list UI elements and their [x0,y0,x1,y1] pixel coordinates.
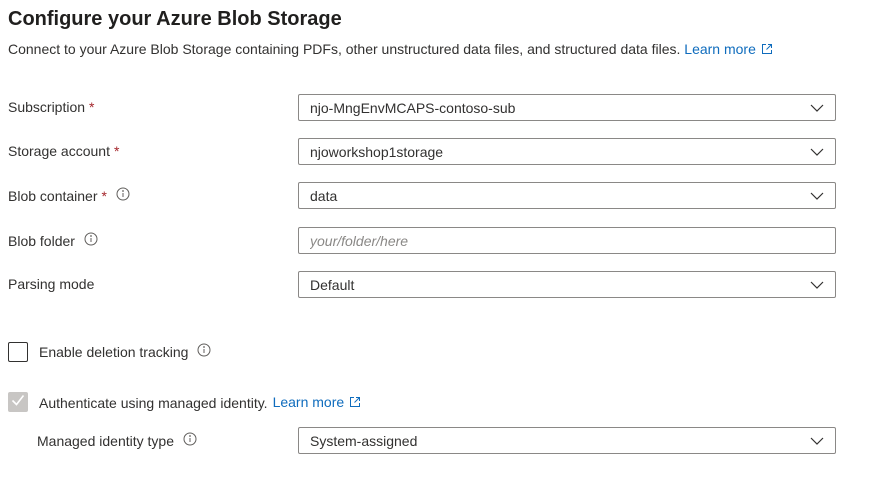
page-description: Connect to your Azure Blob Storage conta… [8,41,773,58]
checkmark-icon [11,393,25,411]
parsing-mode-label-text: Parsing mode [8,276,95,292]
parsing-mode-dropdown[interactable]: Default [298,271,836,298]
external-link-icon [761,42,773,58]
managed-identity-checkbox[interactable] [8,392,28,412]
blob-container-dropdown[interactable]: data [298,182,836,209]
subscription-label: Subscription * [8,99,95,115]
chevron-down-icon [799,104,835,112]
managed-identity-learn-more-link[interactable]: Learn more [273,394,362,411]
chevron-down-icon [799,148,835,156]
info-icon[interactable] [183,432,197,449]
external-link-icon [349,395,361,411]
learn-more-label: Learn more [272,394,345,410]
blob-container-label: Blob container * [8,187,130,204]
required-asterisk: * [89,99,95,115]
storage-account-label: Storage account * [8,143,119,159]
blob-folder-input-box[interactable] [298,227,836,254]
deletion-tracking-label-text: Enable deletion tracking [39,343,189,360]
managed-identity-type-label-text: Managed identity type [37,432,174,449]
managed-identity-label: Authenticate using managed identity. Lea… [39,394,361,411]
deletion-tracking-checkbox[interactable] [8,342,28,362]
parsing-mode-value: Default [310,276,355,293]
description-text: Connect to your Azure Blob Storage conta… [8,41,681,57]
subscription-label-text: Subscription [8,99,86,115]
chevron-down-icon [799,281,835,289]
blob-container-label-text: Blob container [8,187,98,204]
storage-account-label-text: Storage account [8,143,110,159]
blob-container-value: data [310,187,338,204]
managed-identity-type-label: Managed identity type [37,432,197,449]
learn-more-link[interactable]: Learn more [684,41,773,57]
chevron-down-icon [799,437,835,445]
blob-folder-input[interactable] [310,232,835,249]
deletion-tracking-label: Enable deletion tracking [39,343,211,360]
storage-account-dropdown[interactable]: njoworkshop1storage [298,138,836,165]
storage-account-value: njoworkshop1storage [310,143,444,160]
required-asterisk: * [101,187,107,204]
info-icon[interactable] [116,187,130,204]
managed-identity-type-value: System-assigned [310,432,418,449]
parsing-mode-label: Parsing mode [8,276,94,292]
subscription-dropdown[interactable]: njo-MngEnvMCAPS-contoso-sub [298,94,836,121]
blob-folder-label: Blob folder [8,232,98,249]
chevron-down-icon [799,192,835,200]
info-icon[interactable] [197,343,211,360]
managed-identity-type-dropdown[interactable]: System-assigned [298,427,836,454]
info-icon[interactable] [84,232,98,249]
page-title: Configure your Azure Blob Storage [8,8,342,30]
learn-more-label: Learn more [684,41,756,57]
blob-folder-label-text: Blob folder [8,232,75,249]
managed-identity-label-text: Authenticate using managed identity. [39,394,268,411]
subscription-value: njo-MngEnvMCAPS-contoso-sub [310,99,516,116]
required-asterisk: * [113,143,120,159]
